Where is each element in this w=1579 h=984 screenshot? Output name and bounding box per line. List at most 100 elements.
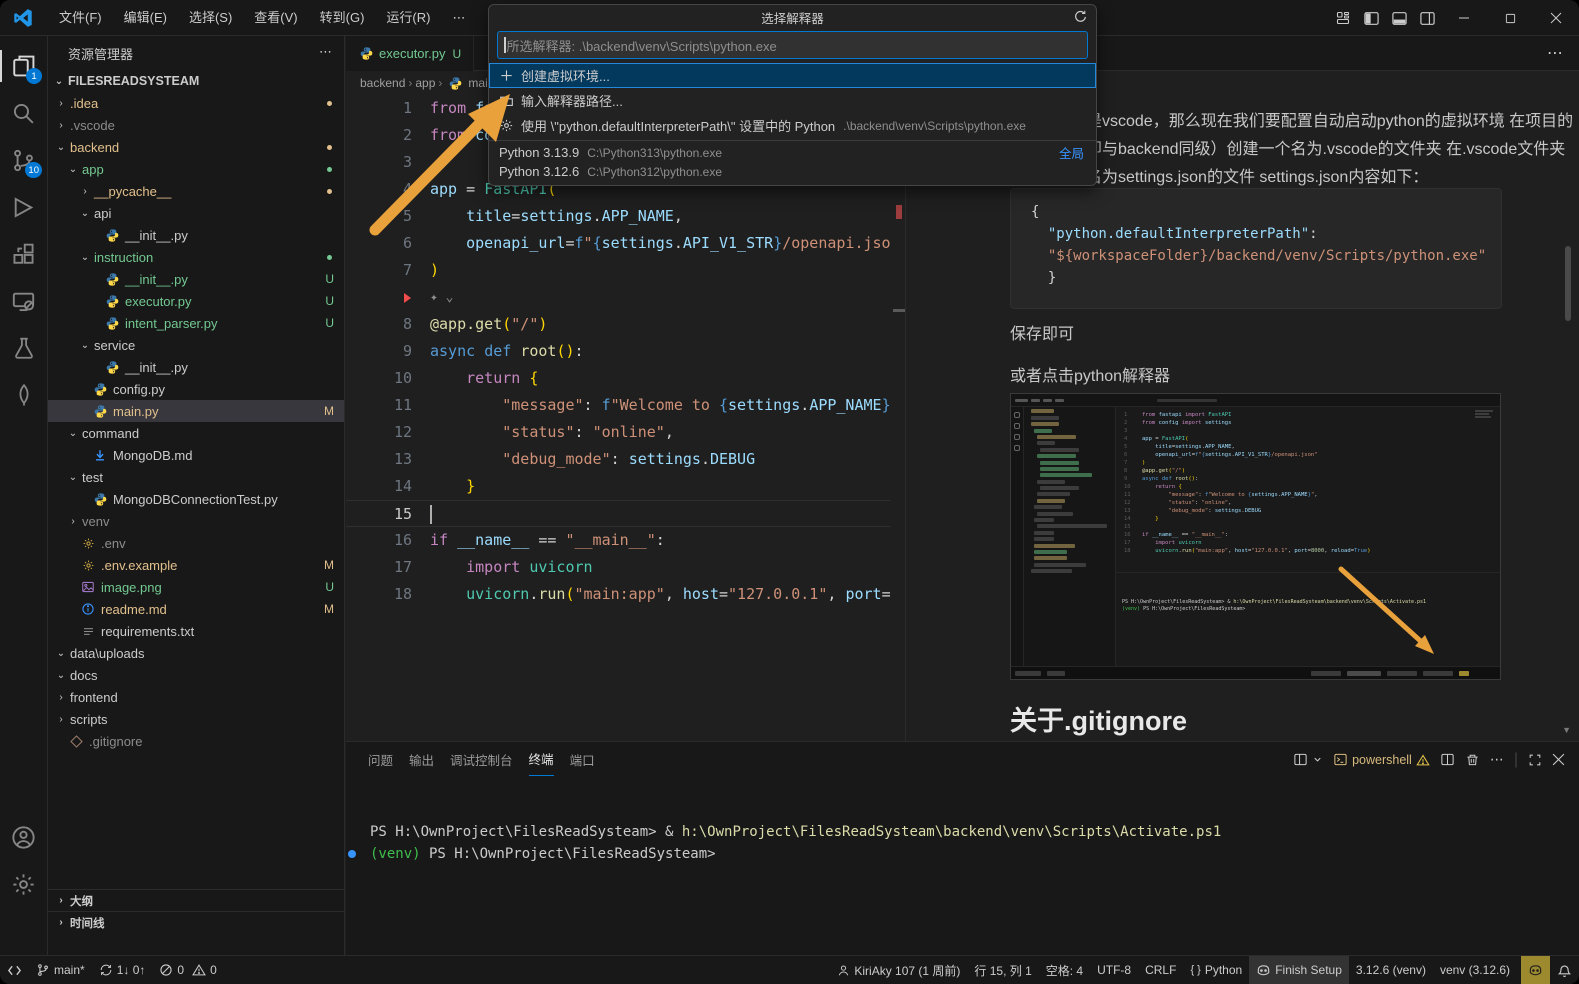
tree-folder-data_uploads[interactable]: ⌄data\uploads (48, 642, 344, 664)
preview-scroll-down-icon[interactable]: ▼ (1562, 725, 1571, 735)
tree-folder-frontend[interactable]: ›frontend (48, 686, 344, 708)
tree-root-filesreadsysteam[interactable]: ⌄FILESREADSYSTEAM (48, 70, 344, 92)
statusbar-indentation[interactable]: 空格: 4 (1039, 956, 1090, 984)
tree-file-.env[interactable]: .env (48, 532, 344, 554)
statusbar-cursor-position[interactable]: 行 15, 列 1 (967, 956, 1038, 984)
explorer-more-actions-icon[interactable]: ⋯ (319, 44, 332, 60)
tree-folder-backend[interactable]: ⌄backend (48, 136, 344, 158)
refresh-interpreters-icon[interactable] (1073, 9, 1088, 24)
statusbar-git-branch[interactable]: main* (29, 956, 92, 984)
tree-folder-venv[interactable]: ›venv (48, 510, 344, 532)
tree-folder-.idea[interactable]: ›.idea (48, 92, 344, 114)
statusbar-git-sync[interactable]: 1↓ 0↑ (92, 956, 153, 984)
activitybar-extensions-icon[interactable] (0, 232, 47, 276)
maximize-panel-icon[interactable] (1528, 753, 1542, 767)
activitybar-settings-icon[interactable] (0, 862, 47, 906)
toggle-secondary-sidebar-icon[interactable] (1414, 5, 1440, 31)
activitybar-run-debug-icon[interactable] (0, 185, 47, 229)
statusbar-language-mode[interactable]: { }Python (1183, 956, 1249, 984)
tree-folder-app[interactable]: ⌄app (48, 158, 344, 180)
tree-file-MongoDBConnectionTest.py[interactable]: MongoDBConnectionTest.py (48, 488, 344, 510)
tree-folder-.vscode[interactable]: ›.vscode (48, 114, 344, 136)
activitybar-testing-icon[interactable] (0, 326, 47, 370)
terminal-instance-powershell[interactable]: powershell (1333, 752, 1430, 767)
breadcrumb-item[interactable]: backend (360, 76, 405, 90)
tree-folder-test[interactable]: ⌄test (48, 466, 344, 488)
statusbar-remote-indicator[interactable] (0, 956, 29, 984)
menu-more[interactable]: ⋯ (441, 5, 476, 31)
statusbar-notifications[interactable] (1550, 956, 1579, 984)
terminal-content[interactable]: PS H:\OwnProject\FilesReadSysteam> & h:\… (358, 822, 1579, 955)
quickpick-item-3[interactable]: Python 3.13.9C:\Python313\python.exe全局 (489, 143, 1096, 162)
statusbar-eol[interactable]: CRLF (1138, 956, 1183, 984)
copilot-sparkle-icon[interactable]: ✦ ⌄ (430, 284, 453, 311)
quickpick-item-0[interactable]: 创建虚拟环境... (489, 63, 1096, 88)
tab-executor-py[interactable]: executor.py U (346, 36, 474, 71)
preview-scroll-up-icon[interactable]: ▲ (1562, 111, 1571, 121)
panel-tab-调试控制台[interactable]: 调试控制台 (450, 742, 513, 776)
tree-file-executor.py[interactable]: executor.pyU (48, 290, 344, 312)
tree-file-__init__.py[interactable]: __init__.py (48, 356, 344, 378)
tree-folder-docs[interactable]: ⌄docs (48, 664, 344, 686)
timeline-section[interactable]: ›时间线 (48, 911, 344, 933)
activitybar-search-icon[interactable] (0, 91, 47, 135)
kill-terminal-icon[interactable] (1465, 752, 1480, 767)
menu-item-3[interactable]: 查看(V) (243, 5, 308, 31)
quickpick-item-tag-global[interactable]: 全局 (1059, 143, 1084, 162)
close-panel-icon[interactable] (1552, 753, 1565, 766)
tree-file-__init__.py[interactable]: __init__.pyU (48, 268, 344, 290)
profile-chevron-icon[interactable] (1312, 754, 1323, 765)
menu-item-1[interactable]: 编辑(E) (113, 5, 178, 31)
statusbar-python-env[interactable]: venv (3.12.6) (1433, 956, 1517, 984)
panel-more-actions-icon[interactable]: ⋯ (1490, 751, 1504, 768)
customize-layout-icon[interactable] (1330, 5, 1356, 31)
preview-scrollbar-thumb[interactable] (1565, 246, 1571, 321)
split-terminal-icon[interactable] (1440, 752, 1455, 767)
tree-file-requirements.txt[interactable]: requirements.txt (48, 620, 344, 642)
toggle-panel-icon[interactable] (1386, 5, 1412, 31)
editor-more-actions-icon[interactable]: ⋯ (1547, 43, 1563, 63)
tree-file-readme.md[interactable]: readme.mdM (48, 598, 344, 620)
menu-item-4[interactable]: 转到(G) (309, 5, 376, 31)
panel-tab-问题[interactable]: 问题 (368, 742, 393, 776)
maximize-button[interactable] (1487, 1, 1533, 36)
tree-file-.env.example[interactable]: .env.exampleM (48, 554, 344, 576)
tree-folder-scripts[interactable]: ›scripts (48, 708, 344, 730)
close-window-button[interactable] (1533, 1, 1579, 36)
tree-folder-instruction[interactable]: ⌄instruction (48, 246, 344, 268)
launch-profile-icon[interactable] (1293, 752, 1308, 767)
quickpick-item-2[interactable]: 使用 \"python.defaultInterpreterPath\" 设置中… (489, 113, 1096, 138)
activitybar-mongodb-icon[interactable] (0, 373, 47, 417)
breadcrumb-item[interactable]: app (415, 76, 435, 90)
menu-item-0[interactable]: 文件(F) (48, 5, 113, 31)
activitybar-accounts-icon[interactable] (0, 815, 47, 859)
tree-file-main.py[interactable]: main.pyM (48, 400, 344, 422)
statusbar-python-interpreter[interactable]: 3.12.6 (venv) (1349, 956, 1433, 984)
tree-folder-command[interactable]: ⌄command (48, 422, 344, 444)
menu-item-5[interactable]: 运行(R) (375, 5, 441, 31)
activitybar-explorer-icon[interactable]: 1 (0, 44, 47, 88)
tree-folder-service[interactable]: ⌄service (48, 334, 344, 356)
tree-file-MongoDB.md[interactable]: MongoDB.md (48, 444, 344, 466)
menu-item-2[interactable]: 选择(S) (178, 5, 243, 31)
activitybar-source-control-icon[interactable]: 10 (0, 138, 47, 182)
statusbar-encoding[interactable]: UTF-8 (1090, 956, 1138, 984)
tree-file-intent_parser.py[interactable]: intent_parser.pyU (48, 312, 344, 334)
tree-folder-api[interactable]: ⌄api (48, 202, 344, 224)
statusbar-finish-setup[interactable]: Finish Setup (1249, 956, 1349, 984)
panel-tab-端口[interactable]: 端口 (570, 742, 595, 776)
tree-file-config.py[interactable]: config.py (48, 378, 344, 400)
quickpick-item-1[interactable]: 输入解释器路径... (489, 88, 1096, 113)
code-editor[interactable]: 1from fastapi import FastAPI2from config… (346, 95, 890, 741)
panel-tab-输出[interactable]: 输出 (409, 742, 434, 776)
statusbar-blame[interactable]: KiriAky 107 (1 周前) (830, 956, 967, 984)
activitybar-remote-explorer-icon[interactable] (0, 279, 47, 323)
panel-tab-终端[interactable]: 终端 (529, 742, 554, 776)
tree-file-__init__.py[interactable]: __init__.py (48, 224, 344, 246)
scrollbar-thumb[interactable] (893, 309, 905, 312)
tree-folder-__pycache__[interactable]: ›__pycache__ (48, 180, 344, 202)
outline-section[interactable]: ›大纲 (48, 889, 344, 911)
minimize-button[interactable] (1441, 1, 1487, 36)
editor-scrollbar[interactable] (893, 95, 905, 741)
statusbar-copilot-status[interactable] (1521, 956, 1550, 984)
